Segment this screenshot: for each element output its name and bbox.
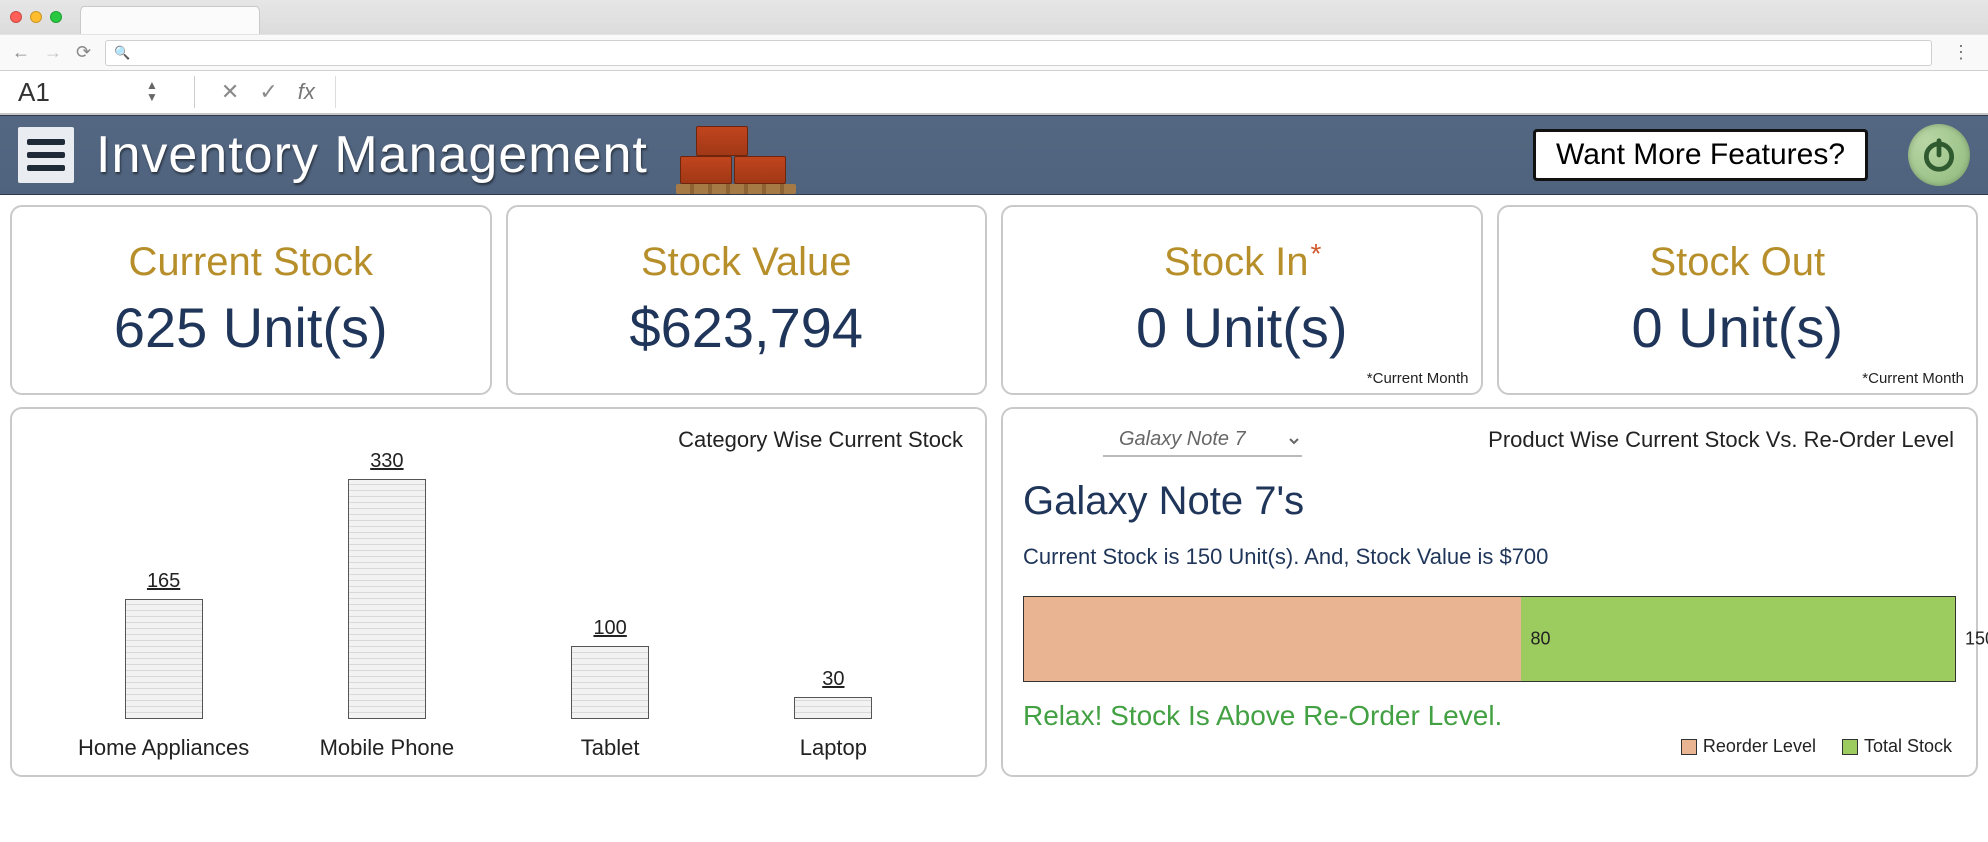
accept-formula-icon[interactable]: ✓ <box>259 79 277 105</box>
bar-rect <box>348 479 426 719</box>
category-bar: 330 <box>297 450 477 719</box>
axis-label: Tablet <box>520 735 700 761</box>
legend-item-reorder: Reorder Level <box>1681 736 1816 757</box>
search-icon: 🔍 <box>114 45 130 61</box>
product-subline: Current Stock is 150 Unit(s). And, Stock… <box>1023 544 1956 570</box>
browser-menu-icon[interactable]: ⋮ <box>1946 42 1976 63</box>
bar-value: 100 <box>593 617 626 640</box>
stock-status-message: Relax! Stock Is Above Re-Order Level. <box>1023 700 1956 732</box>
close-window-icon[interactable] <box>10 11 22 23</box>
cell-reference-stepper[interactable]: ▲ ▼ <box>146 80 158 104</box>
formula-bar: A1 ▲ ▼ ✕ ✓ fx <box>0 71 1988 115</box>
bar-rect <box>125 599 203 719</box>
kpi-value: $623,794 <box>629 295 863 360</box>
cancel-formula-icon[interactable]: ✕ <box>221 79 239 105</box>
menu-button[interactable] <box>18 127 74 183</box>
axis-label: Laptop <box>743 735 923 761</box>
kpi-label: Stock Value <box>641 240 852 285</box>
kpi-value: 625 Unit(s) <box>114 295 388 360</box>
kpi-value: 0 Unit(s) <box>1136 295 1348 360</box>
power-button[interactable] <box>1908 124 1970 186</box>
address-bar[interactable]: 🔍 <box>105 40 1932 66</box>
total-segment <box>1521 597 1955 681</box>
minimize-window-icon[interactable] <box>30 11 42 23</box>
forward-icon[interactable]: → <box>44 42 62 63</box>
stock-vs-reorder-bar: 80150 <box>1023 596 1956 682</box>
product-select[interactable]: Galaxy Note 7 <box>1103 425 1302 457</box>
chevron-down-icon[interactable]: ▼ <box>146 92 158 104</box>
power-icon <box>1920 136 1958 174</box>
category-bar: 100 <box>520 617 700 719</box>
legend: Reorder Level Total Stock <box>1681 736 1952 757</box>
category-bar-chart: 16533010030 <box>52 459 945 719</box>
fx-label[interactable]: fx <box>298 79 315 105</box>
cell-reference[interactable]: A1 <box>6 77 146 108</box>
kpi-value: 0 Unit(s) <box>1631 295 1843 360</box>
reorder-value-label: 80 <box>1531 629 1551 650</box>
kpi-note: *Current Month <box>1862 370 1964 387</box>
category-axis-labels: Home Appliances Mobile Phone Tablet Laptop <box>52 735 945 761</box>
kpi-label: Stock Out <box>1649 240 1825 285</box>
panel-title: Product Wise Current Stock Vs. Re-Order … <box>1488 427 1954 453</box>
product-heading: Galaxy Note 7's <box>1023 479 1956 524</box>
kpi-label: Current Stock <box>128 240 373 285</box>
app-header: Inventory Management Want More Features? <box>0 115 1988 195</box>
kpi-note: *Current Month <box>1367 370 1469 387</box>
panel-title: Category Wise Current Stock <box>678 427 963 453</box>
maximize-window-icon[interactable] <box>50 11 62 23</box>
legend-item-total: Total Stock <box>1842 736 1952 757</box>
bar-value: 330 <box>370 450 403 473</box>
back-icon[interactable]: ← <box>12 42 30 63</box>
formula-input[interactable] <box>335 76 1982 108</box>
asterisk-icon: * <box>1311 238 1322 269</box>
total-value-label: 150 <box>1965 629 1988 650</box>
legend-label: Reorder Level <box>1703 736 1816 756</box>
kpi-stock-in: Stock In* 0 Unit(s) *Current Month <box>1001 205 1483 395</box>
kpi-stock-value: Stock Value $623,794 <box>506 205 988 395</box>
browser-tab-bar <box>0 0 1988 34</box>
category-bar: 165 <box>74 570 254 719</box>
browser-toolbar: ← → ⟳ 🔍 ⋮ <box>0 34 1988 70</box>
browser-tab[interactable] <box>80 6 260 34</box>
kpi-label-text: Stock In <box>1164 240 1309 284</box>
browser-chrome: ← → ⟳ 🔍 ⋮ <box>0 0 1988 71</box>
app-title: Inventory Management <box>96 125 648 185</box>
window-controls[interactable] <box>10 11 62 23</box>
bar-value: 30 <box>822 668 844 691</box>
reload-icon[interactable]: ⟳ <box>76 42 91 63</box>
axis-label: Home Appliances <box>74 735 254 761</box>
bar-value: 165 <box>147 570 180 593</box>
kpi-stock-out: Stock Out 0 Unit(s) *Current Month <box>1497 205 1979 395</box>
legend-swatch-total <box>1842 739 1858 755</box>
kpi-label: Stock In* <box>1164 240 1319 285</box>
separator <box>194 76 195 108</box>
more-features-button[interactable]: Want More Features? <box>1533 129 1868 181</box>
reorder-segment <box>1024 597 1521 681</box>
product-stock-panel: Galaxy Note 7 Product Wise Current Stock… <box>1001 407 1978 777</box>
category-stock-panel: Category Wise Current Stock 16533010030 … <box>10 407 987 777</box>
inventory-boxes-icon <box>676 122 806 194</box>
bar-rect <box>571 646 649 719</box>
category-bar: 30 <box>743 668 923 719</box>
legend-swatch-reorder <box>1681 739 1697 755</box>
bar-rect <box>794 697 872 719</box>
legend-label: Total Stock <box>1864 736 1952 756</box>
axis-label: Mobile Phone <box>297 735 477 761</box>
kpi-current-stock: Current Stock 625 Unit(s) <box>10 205 492 395</box>
kpi-row: Current Stock 625 Unit(s) Stock Value $6… <box>10 205 1978 395</box>
